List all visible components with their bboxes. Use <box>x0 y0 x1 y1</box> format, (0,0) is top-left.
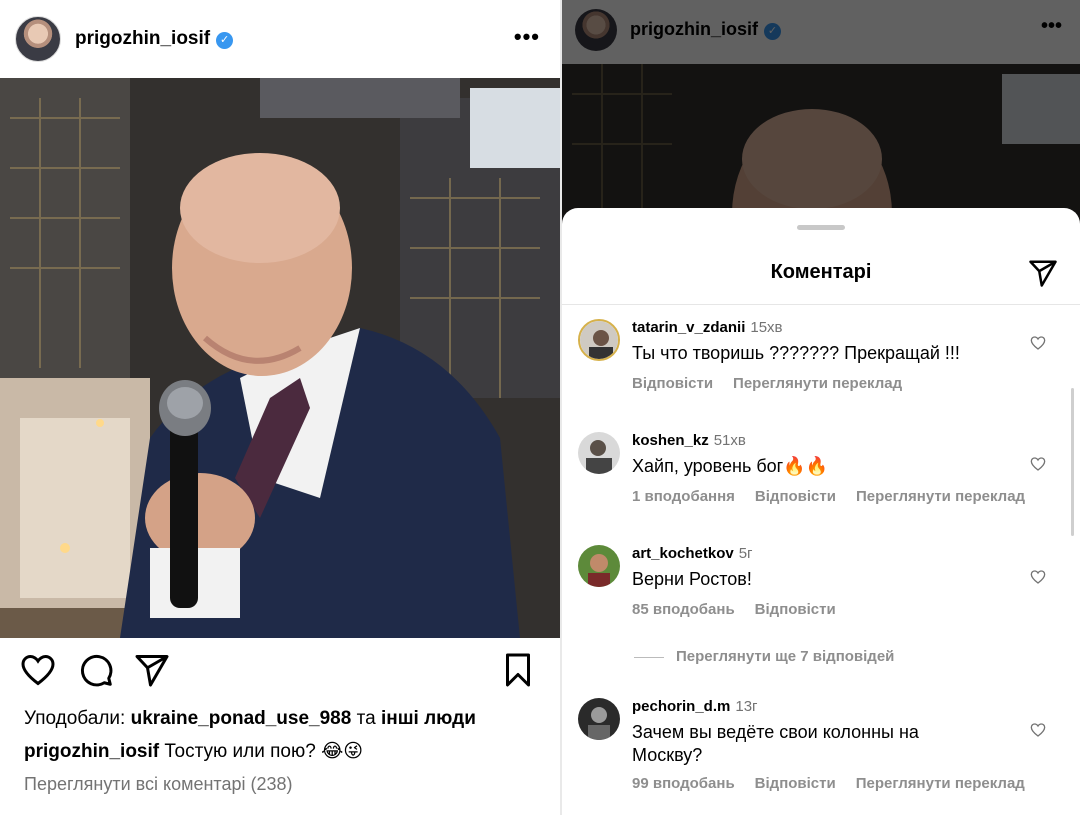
heart-icon[interactable] <box>1030 335 1046 356</box>
likes-and: та <box>356 708 376 729</box>
avatar[interactable] <box>578 319 620 361</box>
comment-username[interactable]: pechorin_d.m 13г <box>632 698 758 715</box>
comment-meta: Відповісти Переглянути переклад <box>632 375 922 392</box>
avatar[interactable] <box>15 16 61 62</box>
likes-count[interactable]: 85 вподобань <box>632 601 735 618</box>
photo-illustration <box>0 78 560 638</box>
verified-icon: ✓ <box>216 32 234 49</box>
username-text[interactable]: prigozhin_iosif <box>75 28 210 49</box>
caption-text: Тостую или пою? 😂😜 <box>164 741 364 762</box>
comment-username[interactable]: tatarin_v_zdanii 15хв <box>632 319 783 336</box>
heart-icon[interactable] <box>1030 722 1046 743</box>
likes-prefix: Уподобали: <box>24 708 126 729</box>
translate-link[interactable]: Переглянути переклад <box>733 375 902 392</box>
comment-text: Верни Ростов! <box>632 569 752 589</box>
translate-link[interactable]: Переглянути переклад <box>856 488 1025 505</box>
reply-button[interactable]: Відповісти <box>755 775 836 792</box>
likes-count[interactable]: 99 вподобань <box>632 775 735 792</box>
sheet-divider <box>562 304 1080 305</box>
bookmark-icon[interactable] <box>500 652 536 693</box>
avatar[interactable] <box>578 432 620 474</box>
comment-username[interactable]: art_kochetkov 5г <box>632 545 753 562</box>
reply-button[interactable]: Відповісти <box>755 488 836 505</box>
likes-count[interactable]: 1 вподобання <box>632 488 735 505</box>
comment-time: 51хв <box>713 432 746 449</box>
post-username[interactable]: prigozhin_iosif ✓ <box>75 28 234 50</box>
heart-icon[interactable] <box>1030 456 1046 477</box>
send-icon[interactable] <box>134 652 170 693</box>
avatar[interactable] <box>578 698 620 740</box>
comment-text: Хайп, уровень бог🔥🔥 <box>632 456 829 476</box>
avatar[interactable] <box>578 545 620 587</box>
comments-panel: prigozhin_iosif✓ ••• Коментарі tatarin_v… <box>562 0 1080 815</box>
post-photo[interactable] <box>0 78 560 638</box>
comment-text: Ты что творишь ??????? Прекращай !!! <box>632 343 960 363</box>
more-icon[interactable]: ••• <box>514 24 540 50</box>
caption-username[interactable]: prigozhin_iosif <box>24 741 159 762</box>
post-caption: prigozhin_iosif Тостую или пою? 😂😜 <box>24 740 363 763</box>
comment-icon[interactable] <box>78 652 114 693</box>
comment-text: Зачем вы ведёте свои колонны на Москву? <box>632 722 919 765</box>
comment-meta: 1 вподобання Відповісти Переглянути перекл… <box>632 488 1045 505</box>
sheet-grabber[interactable] <box>797 225 845 230</box>
post-header: prigozhin_iosif ✓ ••• <box>0 0 560 78</box>
comment-username[interactable]: koshen_kz 51хв <box>632 432 746 449</box>
send-icon[interactable] <box>1028 258 1058 293</box>
sheet-title: Коментарі <box>770 261 872 283</box>
heart-icon[interactable] <box>20 652 56 693</box>
comment-time: 13г <box>735 698 758 715</box>
reply-button[interactable]: Відповісти <box>755 601 836 618</box>
view-all-comments-link[interactable]: Переглянути всі коментарі (238) <box>24 774 293 795</box>
likes-user-link[interactable]: ukraine_ponad_use_988 <box>131 708 352 729</box>
comment-meta: 99 вподобань Відповісти Переглянути перекл… <box>632 775 1045 792</box>
comment-time: 5г <box>738 545 753 562</box>
reply-button[interactable]: Відповісти <box>632 375 713 392</box>
view-more-replies-link[interactable]: Переглянути ще 7 відповідей <box>634 648 894 665</box>
comments-sheet: Коментарі tatarin_v_zdanii 15хв Ты что тв… <box>562 208 1080 815</box>
likes-summary: Уподобали: ukraine_ponad_use_988 та інші… <box>24 708 476 730</box>
scrollbar[interactable] <box>1071 388 1074 536</box>
translate-link[interactable]: Переглянути переклад <box>856 775 1025 792</box>
comment-meta: 85 вподобань Відповісти <box>632 601 856 618</box>
comment-time: 15хв <box>750 319 783 336</box>
heart-icon[interactable] <box>1030 569 1046 590</box>
post-panel: prigozhin_iosif ✓ ••• Уподобали: ukraine… <box>0 0 560 815</box>
post-actions <box>0 652 560 692</box>
likes-others-link[interactable]: інші люди <box>381 708 476 729</box>
